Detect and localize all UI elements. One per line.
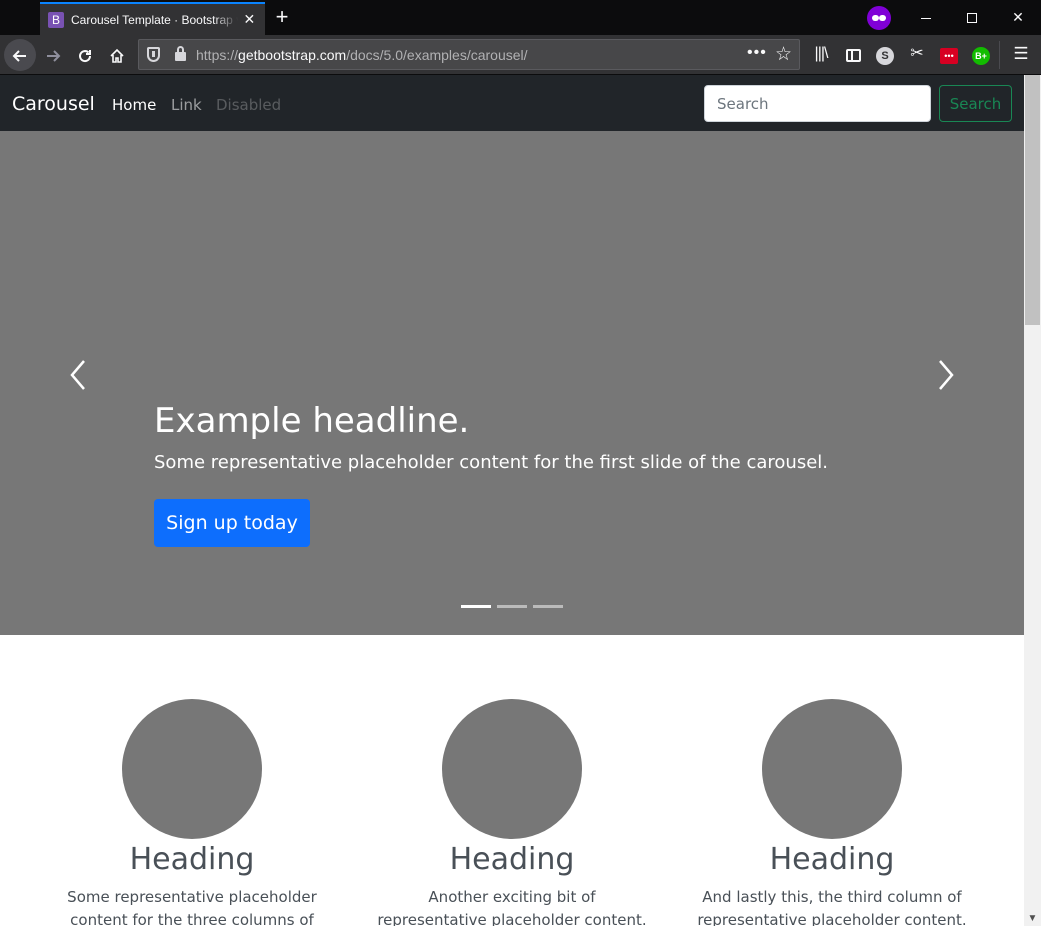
tracking-protection-shield-icon[interactable] xyxy=(147,47,160,62)
scrollbar-thumb[interactable] xyxy=(1025,75,1040,325)
carousel-next-button[interactable] xyxy=(934,357,958,393)
search-button[interactable]: Search xyxy=(939,85,1012,122)
url-path: /docs/5.0/examples/carousel/ xyxy=(346,47,528,63)
url-bar[interactable]: https://getbootstrap.com/docs/5.0/exampl… xyxy=(138,39,800,70)
scroll-down-arrow-icon[interactable]: ▼ xyxy=(1024,912,1041,926)
carousel-indicators xyxy=(461,605,563,608)
bootstrap-favicon-icon: B xyxy=(48,11,64,28)
nav-link-link[interactable]: Link xyxy=(171,96,202,114)
site-navbar: Carousel Home Link Disabled Search xyxy=(0,75,1024,131)
page-actions-icon[interactable]: ••• xyxy=(747,44,767,62)
chevron-right-icon xyxy=(939,360,954,390)
search-input[interactable] xyxy=(704,85,931,122)
carousel-caption: Example headline. Some representative pl… xyxy=(154,401,874,473)
carousel-indicator-2[interactable] xyxy=(497,605,527,608)
navbar-brand[interactable]: Carousel xyxy=(12,93,95,115)
column-text: Some representative placeholder content … xyxy=(67,888,317,926)
reload-button[interactable] xyxy=(69,39,101,71)
page-viewport: Carousel Home Link Disabled Search Examp… xyxy=(0,75,1041,926)
nav-link-disabled: Disabled xyxy=(216,96,282,114)
back-arrow-icon xyxy=(12,50,26,62)
chevron-left-icon xyxy=(70,360,85,390)
hamburger-menu-icon[interactable]: ☰ xyxy=(1011,44,1031,64)
column-text: Another exciting bit of representative p… xyxy=(377,888,647,926)
extension-green-icon[interactable]: B+ xyxy=(971,44,991,65)
close-window-button[interactable]: ✕ xyxy=(995,0,1041,35)
placeholder-circle-image xyxy=(122,699,262,839)
library-icon[interactable]: |||\ xyxy=(811,44,831,64)
column-heading: Heading xyxy=(769,842,895,877)
lock-icon[interactable] xyxy=(175,46,186,61)
nav-link-home[interactable]: Home xyxy=(112,96,156,114)
home-icon xyxy=(110,49,124,64)
carousel-text: Some representative placeholder content … xyxy=(154,451,829,473)
carousel-prev-button[interactable] xyxy=(66,357,90,393)
reload-icon xyxy=(79,50,92,63)
maximize-button[interactable] xyxy=(949,0,995,35)
maximize-icon xyxy=(967,13,977,24)
page-scrollbar[interactable]: ▼ xyxy=(1024,75,1041,926)
extension-s-icon[interactable]: S xyxy=(875,44,895,65)
forward-arrow-icon xyxy=(47,50,61,62)
minimize-icon xyxy=(921,17,931,19)
home-button[interactable] xyxy=(101,39,133,71)
extension-red-icon[interactable]: ••• xyxy=(939,44,959,64)
column-heading: Heading xyxy=(449,842,575,877)
tab-strip: B Carousel Template · Bootstrap v5.0 ✕ +… xyxy=(0,0,1041,35)
toolbar-separator xyxy=(999,41,1000,69)
url-host: getbootstrap.com xyxy=(238,47,347,63)
carousel-headline: Example headline. xyxy=(154,401,470,441)
column-heading: Heading xyxy=(129,842,255,877)
screenshot-scissors-icon[interactable]: ✂ xyxy=(907,44,927,64)
carousel-indicator-1[interactable] xyxy=(461,605,491,608)
minimize-button[interactable] xyxy=(903,0,949,35)
back-button[interactable] xyxy=(4,39,36,71)
tab-title: Carousel Template · Bootstrap v5.0 xyxy=(71,12,238,27)
browser-toolbar: https://getbootstrap.com/docs/5.0/exampl… xyxy=(0,35,1041,75)
carousel: Example headline. Some representative pl… xyxy=(0,131,1024,635)
sign-up-button[interactable]: Sign up today xyxy=(154,499,310,547)
marketing-column-1: Heading Some representative placeholder … xyxy=(32,699,352,926)
sidebar-toggle-icon[interactable] xyxy=(843,44,863,64)
url-scheme: https:// xyxy=(196,47,239,63)
bookmark-star-icon[interactable]: ☆ xyxy=(775,43,792,66)
forward-button[interactable] xyxy=(37,39,69,71)
placeholder-circle-image xyxy=(442,699,582,839)
new-tab-button[interactable]: + xyxy=(270,5,294,29)
marketing-column-2: Heading Another exciting bit of represen… xyxy=(352,699,672,926)
carousel-indicator-3[interactable] xyxy=(533,605,563,608)
tab-close-icon[interactable]: ✕ xyxy=(242,11,257,28)
browser-tab[interactable]: B Carousel Template · Bootstrap v5.0 ✕ xyxy=(40,2,265,35)
marketing-column-3: Heading And lastly this, the third colum… xyxy=(672,699,992,926)
placeholder-circle-image xyxy=(762,699,902,839)
private-browsing-icon xyxy=(867,6,891,30)
column-text: And lastly this, the third column of rep… xyxy=(697,888,967,926)
url-text[interactable]: https://getbootstrap.com/docs/5.0/exampl… xyxy=(196,47,528,63)
